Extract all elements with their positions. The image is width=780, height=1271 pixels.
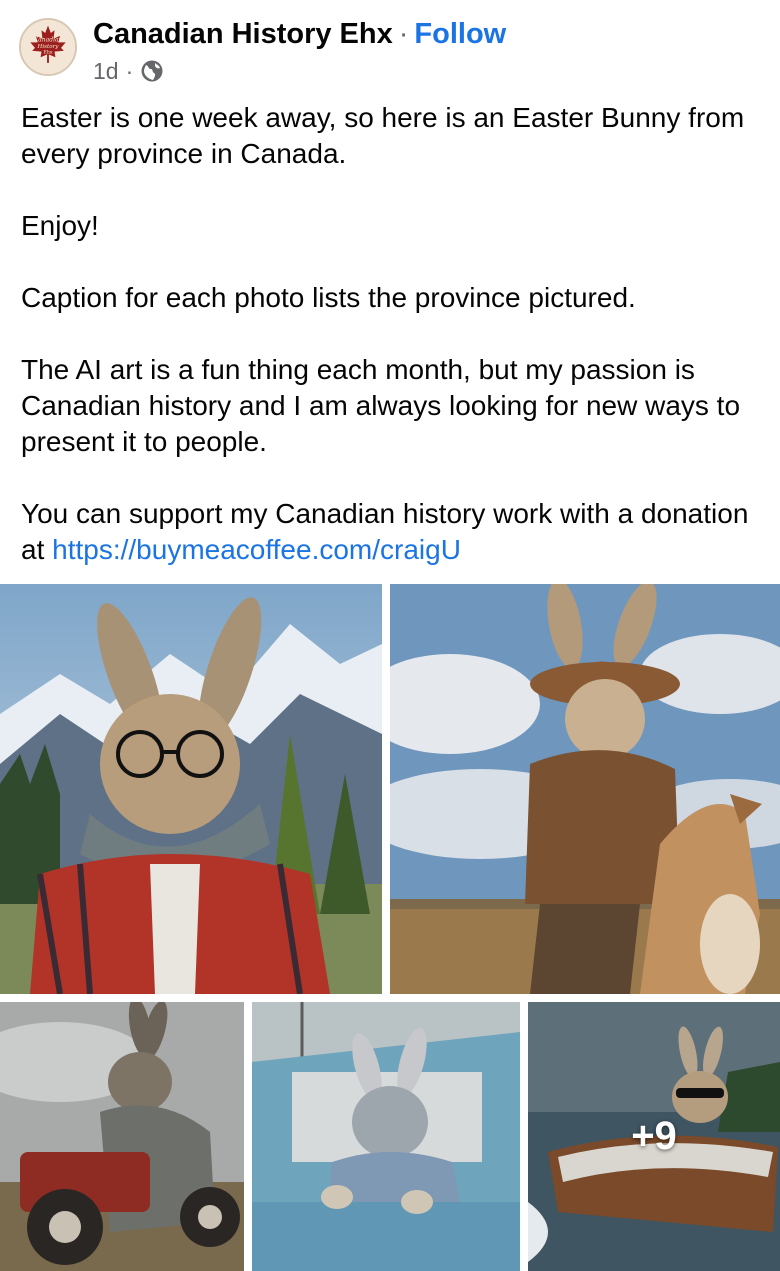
photo-grid: +9 (0, 584, 780, 1271)
post-paragraph: Easter is one week away, so here is an E… (21, 102, 745, 169)
post-paragraph: The AI art is a fun thing each month, bu… (21, 354, 741, 457)
follow-button[interactable]: Follow (414, 18, 506, 50)
name-line: Canadian History Ehx · Follow (93, 16, 506, 52)
post-paragraph: Enjoy! (21, 210, 99, 241)
photo-5-more[interactable]: +9 (528, 1002, 780, 1271)
post-paragraph: Caption for each photo lists the provinc… (21, 282, 636, 313)
photo-4[interactable] (252, 1002, 520, 1271)
svg-text:Ehx: Ehx (44, 50, 53, 56)
more-photos-count: +9 (631, 1114, 677, 1158)
post-meta: 1d · (93, 56, 164, 86)
svg-text:Canadian: Canadian (33, 36, 62, 43)
post-body: Easter is one week away, so here is an E… (21, 100, 766, 568)
post-paragraph: You can support my Canadian history work… (21, 496, 766, 568)
post-header: Canadian History Ehx Canadian History Eh… (0, 0, 780, 100)
bunny-glasses-image (0, 584, 382, 994)
separator-dot: · (398, 18, 409, 50)
facebook-post: Canadian History Ehx Canadian History Eh… (0, 0, 780, 1271)
page-name[interactable]: Canadian History Ehx (93, 18, 393, 50)
svg-text:History: History (37, 44, 60, 50)
photo-1[interactable] (0, 584, 382, 994)
separator-dot: · (125, 58, 134, 84)
bunny-cowboy-image (390, 584, 780, 994)
bunny-tractor-image (0, 1002, 244, 1271)
photo-3[interactable] (0, 1002, 244, 1271)
donation-link[interactable]: https://buymeacoffee.com/craigU (52, 534, 461, 565)
photo-2[interactable] (390, 584, 780, 994)
bunny-truck-image (252, 1002, 520, 1271)
maple-leaf-logo: Canadian History Ehx (21, 20, 75, 74)
post-timestamp[interactable]: 1d (93, 56, 119, 86)
globe-icon[interactable] (140, 59, 164, 83)
page-avatar[interactable]: Canadian History Ehx (19, 18, 77, 76)
